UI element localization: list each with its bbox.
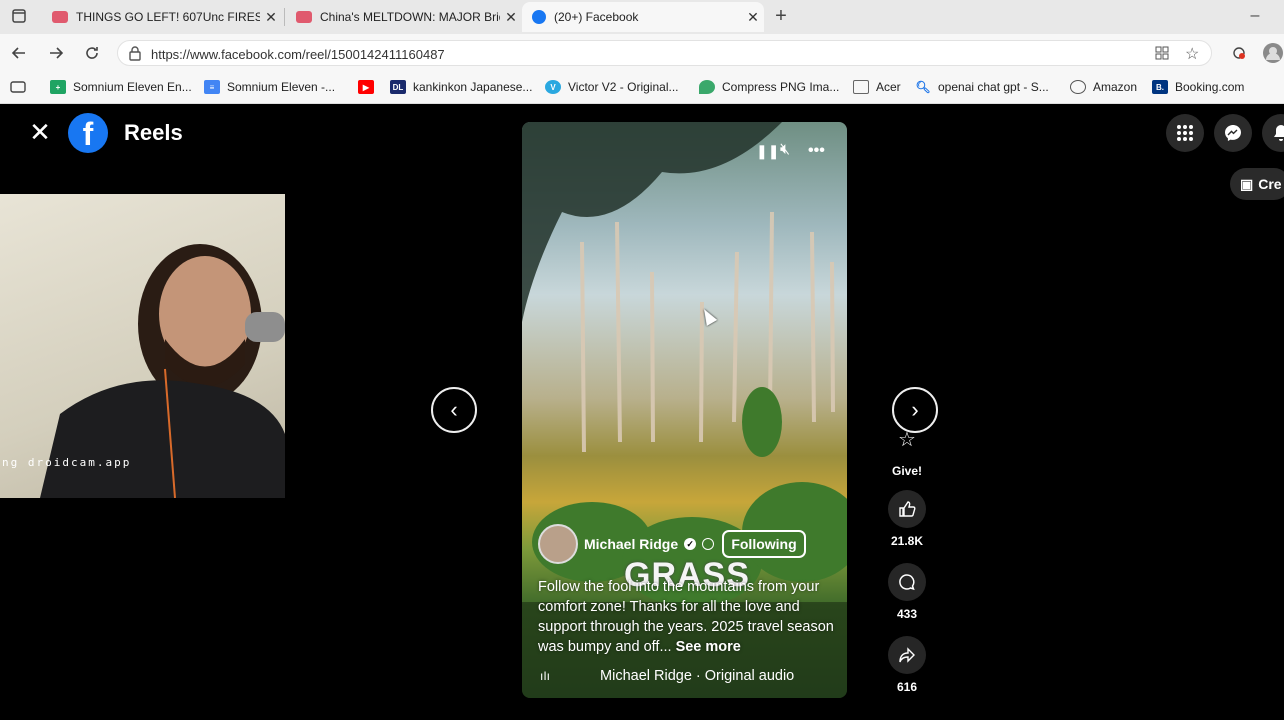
share-action[interactable]: 616 [880, 636, 934, 694]
like-action[interactable]: 21.8K [880, 490, 934, 548]
tab-2[interactable]: China's MELTDOWN: MAJOR Brid ✕ [286, 2, 522, 32]
bookmark-label: Somnium Eleven -... [227, 80, 336, 94]
close-tab-icon[interactable]: ✕ [500, 9, 522, 26]
bookmark-label: Booking.com [1175, 80, 1245, 94]
author-name[interactable]: Michael Ridge [584, 536, 678, 552]
audio-wave-icon: ıIı [540, 669, 551, 683]
compress-icon [699, 80, 715, 94]
menu-grid-icon[interactable] [1166, 114, 1204, 152]
bookmark-item[interactable]: Compress PNG Ima... [699, 80, 839, 94]
apps-grid-icon[interactable] [1154, 45, 1170, 66]
tab-title: THINGS GO LEFT! 607Unc FIRES 6 [76, 10, 260, 24]
folder-icon [853, 80, 869, 94]
tab-1[interactable]: THINGS GO LEFT! 607Unc FIRES 6 ✕ [42, 2, 282, 32]
address-bar-row: https://www.facebook.com/reel/1500142411… [0, 34, 1284, 72]
booking-icon: B. [1152, 80, 1168, 94]
facebook-logo-icon[interactable]: f [68, 113, 108, 153]
bookmark-label: Victor V2 - Original... [568, 80, 679, 94]
bookmark-item[interactable]: DL kankinkon Japanese... [390, 80, 532, 94]
lock-icon[interactable] [128, 45, 142, 66]
bookmark-label: Acer [876, 80, 901, 94]
facebook-favicon-icon [532, 10, 546, 24]
back-icon[interactable] [8, 42, 30, 64]
pause-icon[interactable]: ❚❚ [756, 143, 779, 160]
tab-title: (20+) Facebook [554, 10, 639, 24]
bookmarks-bar: + Somnium Eleven En... ≡ Somnium Eleven … [0, 72, 1284, 104]
close-reels-button[interactable]: ✕ [28, 119, 52, 145]
bookmark-label: Amazon [1093, 80, 1138, 94]
bookmark-label: Compress PNG Ima... [722, 80, 840, 94]
share-icon [888, 636, 926, 674]
bookmark-item[interactable]: Amazon [1070, 80, 1137, 94]
close-tab-icon[interactable]: ✕ [260, 9, 282, 26]
dl-icon: DL [390, 80, 406, 94]
reel-description: Follow the fool into the mountains from … [538, 577, 834, 657]
verified-badge-icon: ✓ [684, 538, 697, 550]
forward-icon[interactable] [45, 42, 67, 64]
previous-reel-button[interactable]: ‹ [431, 387, 477, 433]
minimize-icon[interactable]: – [1244, 5, 1266, 27]
messenger-icon[interactable] [1214, 114, 1252, 152]
youtube-favicon-icon [296, 11, 312, 23]
youtube-icon: ▶ [358, 80, 374, 94]
comment-action[interactable]: 433 [880, 563, 934, 621]
create-label: Cre [1258, 176, 1282, 192]
bookmark-item[interactable]: 🔍︎ openai chat gpt - S... [915, 80, 1049, 94]
bookmark-folder[interactable]: Acer [853, 80, 901, 94]
bookmark-item[interactable]: ▶ [358, 80, 381, 94]
page-title: Reels [124, 120, 183, 145]
bookmark-label: openai chat gpt - S... [938, 80, 1049, 94]
bookmark-item[interactable]: B. Booking.com [1152, 80, 1244, 94]
youtube-favicon-icon [52, 11, 68, 23]
give-action[interactable]: ☆ Give! [880, 420, 934, 479]
bookmark-label: kankinkon Japanese... [413, 80, 533, 94]
audio-label[interactable]: Michael Ridge · Original audio [600, 668, 794, 684]
sheets-icon: + [50, 80, 66, 94]
streamer-figure [40, 244, 285, 498]
create-reel-button[interactable]: ▣ Cre [1230, 168, 1284, 200]
close-tab-icon[interactable]: ✕ [742, 9, 764, 26]
audio-info[interactable]: ıIı Michael Ridge · Original audio [540, 668, 840, 684]
share-count: 616 [896, 680, 918, 694]
profile-avatar[interactable] [1262, 42, 1284, 64]
victor-icon: V [545, 80, 561, 94]
give-label: Give! [891, 464, 922, 478]
url-field[interactable]: https://www.facebook.com/reel/1500142411… [117, 40, 1212, 66]
tab-title: China's MELTDOWN: MAJOR Brid [320, 10, 500, 24]
bookmark-item[interactable]: + Somnium Eleven En... [50, 80, 192, 94]
refresh-icon[interactable] [81, 42, 103, 64]
bookmark-label: Somnium Eleven En... [73, 80, 192, 94]
globe-icon [702, 538, 715, 550]
tab-divider [284, 8, 285, 26]
avatar[interactable] [538, 524, 578, 564]
mute-icon[interactable]: 🔇︎ [780, 141, 790, 159]
new-tab-button[interactable]: + [770, 5, 792, 27]
bookmark-item[interactable]: ≡ Somnium Eleven -... [204, 80, 335, 94]
browser-chrome: THINGS GO LEFT! 607Unc FIRES 6 ✕ China's… [0, 0, 1284, 104]
tab-actions-icon[interactable] [8, 5, 30, 27]
search-icon: 🔍︎ [915, 80, 931, 94]
favorite-star-icon[interactable]: ☆ [1185, 44, 1199, 64]
webcam-overlay: ng droidcam.app [0, 194, 285, 498]
comment-icon [888, 563, 926, 601]
docs-icon: ≡ [204, 80, 220, 94]
create-icon: ▣ [1240, 175, 1254, 192]
extensions-icon[interactable] [1228, 42, 1250, 64]
like-count: 21.8K [890, 534, 924, 548]
bookmark-overflow-icon[interactable] [10, 80, 26, 94]
more-options-icon[interactable]: ••• [808, 142, 825, 160]
following-button[interactable]: Following [722, 530, 806, 558]
like-icon [888, 490, 926, 528]
tab-3-active[interactable]: (20+) Facebook ✕ [522, 2, 764, 32]
globe-icon [1070, 80, 1086, 94]
bookmark-item[interactable]: V Victor V2 - Original... [545, 80, 678, 94]
webcam-caption: ng droidcam.app [2, 456, 132, 469]
comment-count: 433 [896, 607, 918, 621]
url-text[interactable]: https://www.facebook.com/reel/1500142411… [151, 47, 445, 62]
star-icon: ☆ [898, 428, 916, 451]
tab-strip: THINGS GO LEFT! 607Unc FIRES 6 ✕ China's… [0, 0, 1284, 34]
see-more-link[interactable]: See more [676, 639, 741, 655]
